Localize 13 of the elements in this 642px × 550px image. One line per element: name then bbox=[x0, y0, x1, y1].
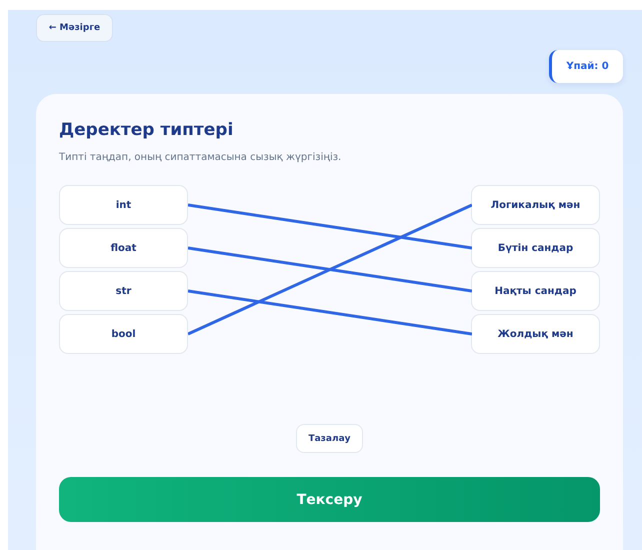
back-button[interactable]: ← Мәзірге bbox=[36, 14, 113, 42]
clear-button[interactable]: Тазалау bbox=[296, 424, 363, 453]
instruction-text: Типті таңдап, оның сипаттамасына сызық жүргізіңіз. bbox=[59, 152, 342, 163]
description-option[interactable]: Бүтін сандар bbox=[471, 228, 600, 268]
description-option[interactable]: Логикалық мән bbox=[471, 185, 600, 225]
type-option[interactable]: bool bbox=[59, 314, 188, 354]
description-option[interactable]: Нақты сандар bbox=[471, 271, 600, 311]
exercise-title: Деректер типтері bbox=[59, 120, 234, 140]
type-option[interactable]: float bbox=[59, 228, 188, 268]
description-option[interactable]: Жолдық мән bbox=[471, 314, 600, 354]
score-badge: Ұпай: 0 bbox=[549, 50, 623, 83]
type-option[interactable]: int bbox=[59, 185, 188, 225]
type-option[interactable]: str bbox=[59, 271, 188, 311]
